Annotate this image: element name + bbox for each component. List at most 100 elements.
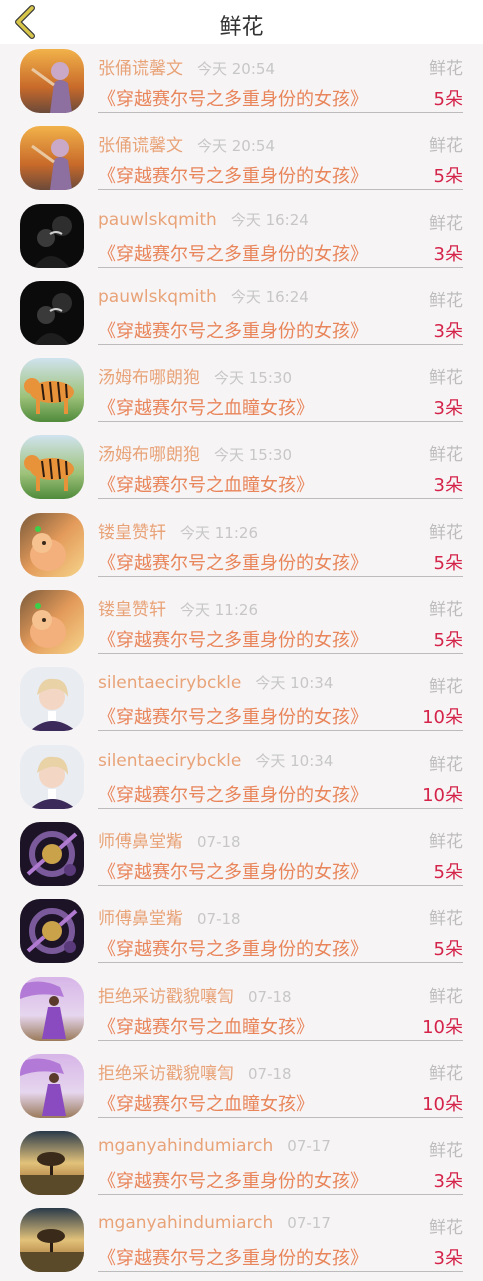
girl-autumn-avatar-image	[20, 126, 84, 191]
gift-time: 今天 15:30	[214, 369, 292, 388]
list-item[interactable]: 师傅鼻堂觜 07-18 鲜花 《穿越赛尔号之多重身份的女孩》 5朵	[0, 817, 483, 894]
purple-dress-avatar-image	[20, 976, 84, 1041]
gift-time: 今天 20:54	[197, 137, 275, 156]
book-title[interactable]: 《穿越赛尔号之多重身份的女孩》	[98, 1244, 368, 1270]
dark-couple-avatar-image	[20, 280, 84, 345]
flower-count: 3朵	[433, 1248, 463, 1270]
list-item[interactable]: 拒绝采访戳貌嚷訇 07-18 鲜花 《穿越赛尔号之血瞳女孩》 10朵	[0, 1049, 483, 1126]
tiger-avatar-image	[20, 435, 84, 500]
divider	[98, 730, 463, 732]
list-item[interactable]: 拒绝采访戳貌嚷訇 07-18 鲜花 《穿越赛尔号之血瞳女孩》 10朵	[0, 972, 483, 1049]
avatar[interactable]	[20, 667, 84, 732]
divider	[98, 189, 463, 191]
list-item[interactable]: 镂皇赞轩 今天 11:26 鲜花 《穿越赛尔号之多重身份的女孩》 5朵	[0, 508, 483, 585]
user-name[interactable]: 师傅鼻堂觜	[98, 909, 183, 929]
list-item[interactable]: 镂皇赞轩 今天 11:26 鲜花 《穿越赛尔号之多重身份的女孩》 5朵	[0, 585, 483, 662]
tiger-avatar-image	[20, 358, 84, 423]
list-item[interactable]: 师傅鼻堂觜 07-18 鲜花 《穿越赛尔号之多重身份的女孩》 5朵	[0, 894, 483, 971]
user-name[interactable]: 汤姆布哪朗狍	[98, 368, 200, 388]
flower-count: 3朵	[433, 398, 463, 420]
user-name[interactable]: 师傅鼻堂觜	[98, 832, 183, 852]
list-item[interactable]: silentaecirybckle 今天 10:34 鲜花 《穿越赛尔号之多重身份…	[0, 740, 483, 817]
user-name[interactable]: 拒绝采访戳貌嚷訇	[98, 987, 234, 1007]
avatar[interactable]	[20, 280, 84, 345]
gift-time: 07-18	[248, 987, 292, 1006]
user-name[interactable]: 汤姆布哪朗狍	[98, 445, 200, 465]
flower-count: 3朵	[433, 320, 463, 342]
gift-type: 鲜花	[429, 909, 463, 930]
list-item[interactable]: pauwlskqmith 今天 16:24 鲜花 《穿越赛尔号之多重身份的女孩》 …	[0, 199, 483, 276]
list-item[interactable]: 张俑谎馨文 今天 20:54 鲜花 《穿越赛尔号之多重身份的女孩》 5朵	[0, 44, 483, 121]
avatar[interactable]	[20, 744, 84, 809]
list-item[interactable]: 汤姆布哪朗狍 今天 15:30 鲜花 《穿越赛尔号之血瞳女孩》 3朵	[0, 430, 483, 507]
user-name[interactable]: 张俑谎馨文	[98, 59, 183, 79]
avatar[interactable]	[20, 821, 84, 886]
gift-time: 今天 15:30	[214, 446, 292, 465]
divider	[98, 1194, 463, 1196]
purple-gear-avatar-image	[20, 821, 84, 886]
list-item[interactable]: mganyahindumiarch 07-17 鲜花 《穿越赛尔号之多重身份的女孩…	[0, 1126, 483, 1203]
gift-time: 07-18	[197, 910, 241, 929]
avatar[interactable]	[20, 1131, 84, 1196]
book-title[interactable]: 《穿越赛尔号之多重身份的女孩》	[98, 626, 368, 652]
book-title[interactable]: 《穿越赛尔号之血瞳女孩》	[98, 394, 314, 420]
gift-type: 鲜花	[429, 522, 463, 543]
list-item[interactable]: silentaecirybckle 今天 10:34 鲜花 《穿越赛尔号之多重身份…	[0, 662, 483, 739]
user-name[interactable]: 张俑谎馨文	[98, 136, 183, 156]
book-title[interactable]: 《穿越赛尔号之多重身份的女孩》	[98, 549, 368, 575]
book-title[interactable]: 《穿越赛尔号之多重身份的女孩》	[98, 240, 368, 266]
gift-type: 鲜花	[429, 754, 463, 775]
avatar[interactable]	[20, 976, 84, 1041]
book-title[interactable]: 《穿越赛尔号之多重身份的女孩》	[98, 1167, 368, 1193]
book-title[interactable]: 《穿越赛尔号之血瞳女孩》	[98, 1090, 314, 1116]
list-item[interactable]: 张俑谎馨文 今天 20:54 鲜花 《穿越赛尔号之多重身份的女孩》 5朵	[0, 121, 483, 198]
book-title[interactable]: 《穿越赛尔号之多重身份的女孩》	[98, 85, 368, 111]
pig-avatar-image	[20, 590, 84, 655]
book-title[interactable]: 《穿越赛尔号之多重身份的女孩》	[98, 703, 368, 729]
user-name[interactable]: 镂皇赞轩	[98, 523, 166, 543]
divider	[98, 112, 463, 113]
user-name[interactable]: silentaecirybckle	[98, 673, 241, 693]
divider	[98, 421, 463, 423]
user-name[interactable]: pauwlskqmith	[98, 210, 217, 230]
gift-type: 鲜花	[429, 1063, 463, 1084]
divider	[98, 884, 463, 886]
avatar[interactable]	[20, 899, 84, 964]
nav-bar: 鲜花	[0, 0, 483, 44]
list-item[interactable]: 汤姆布哪朗狍 今天 15:30 鲜花 《穿越赛尔号之血瞳女孩》 3朵	[0, 353, 483, 430]
list-item[interactable]: pauwlskqmith 今天 16:24 鲜花 《穿越赛尔号之多重身份的女孩》 …	[0, 276, 483, 353]
flower-count: 3朵	[433, 1171, 463, 1193]
book-title[interactable]: 《穿越赛尔号之血瞳女孩》	[98, 1013, 314, 1039]
book-title[interactable]: 《穿越赛尔号之血瞳女孩》	[98, 471, 314, 497]
list-item[interactable]: mganyahindumiarch 07-17 鲜花 《穿越赛尔号之多重身份的女孩…	[0, 1203, 483, 1280]
flower-count: 5朵	[433, 630, 463, 652]
gift-time: 今天 16:24	[230, 210, 309, 229]
gift-type: 鲜花	[429, 600, 463, 621]
book-title[interactable]: 《穿越赛尔号之多重身份的女孩》	[98, 162, 368, 188]
flower-count: 3朵	[433, 475, 463, 497]
book-title[interactable]: 《穿越赛尔号之多重身份的女孩》	[98, 935, 368, 961]
avatar[interactable]	[20, 358, 84, 423]
divider	[98, 807, 463, 809]
user-name[interactable]: mganyahindumiarch	[98, 1136, 273, 1156]
book-title[interactable]: 《穿越赛尔号之多重身份的女孩》	[98, 781, 368, 807]
avatar[interactable]	[20, 49, 84, 113]
user-name[interactable]: 镂皇赞轩	[98, 600, 166, 620]
avatar[interactable]	[20, 203, 84, 268]
book-title[interactable]: 《穿越赛尔号之多重身份的女孩》	[98, 858, 368, 884]
divider	[98, 1271, 463, 1273]
gift-time: 今天 11:26	[180, 523, 258, 542]
divider	[98, 266, 463, 268]
user-name[interactable]: silentaecirybckle	[98, 751, 241, 771]
avatar[interactable]	[20, 590, 84, 655]
avatar[interactable]	[20, 126, 84, 191]
user-name[interactable]: mganyahindumiarch	[98, 1213, 273, 1233]
avatar[interactable]	[20, 1208, 84, 1273]
avatar[interactable]	[20, 1053, 84, 1118]
avatar[interactable]	[20, 512, 84, 577]
user-name[interactable]: pauwlskqmith	[98, 287, 217, 307]
divider	[98, 653, 463, 655]
user-name[interactable]: 拒绝采访戳貌嚷訇	[98, 1064, 234, 1084]
book-title[interactable]: 《穿越赛尔号之多重身份的女孩》	[98, 317, 368, 343]
avatar[interactable]	[20, 435, 84, 500]
